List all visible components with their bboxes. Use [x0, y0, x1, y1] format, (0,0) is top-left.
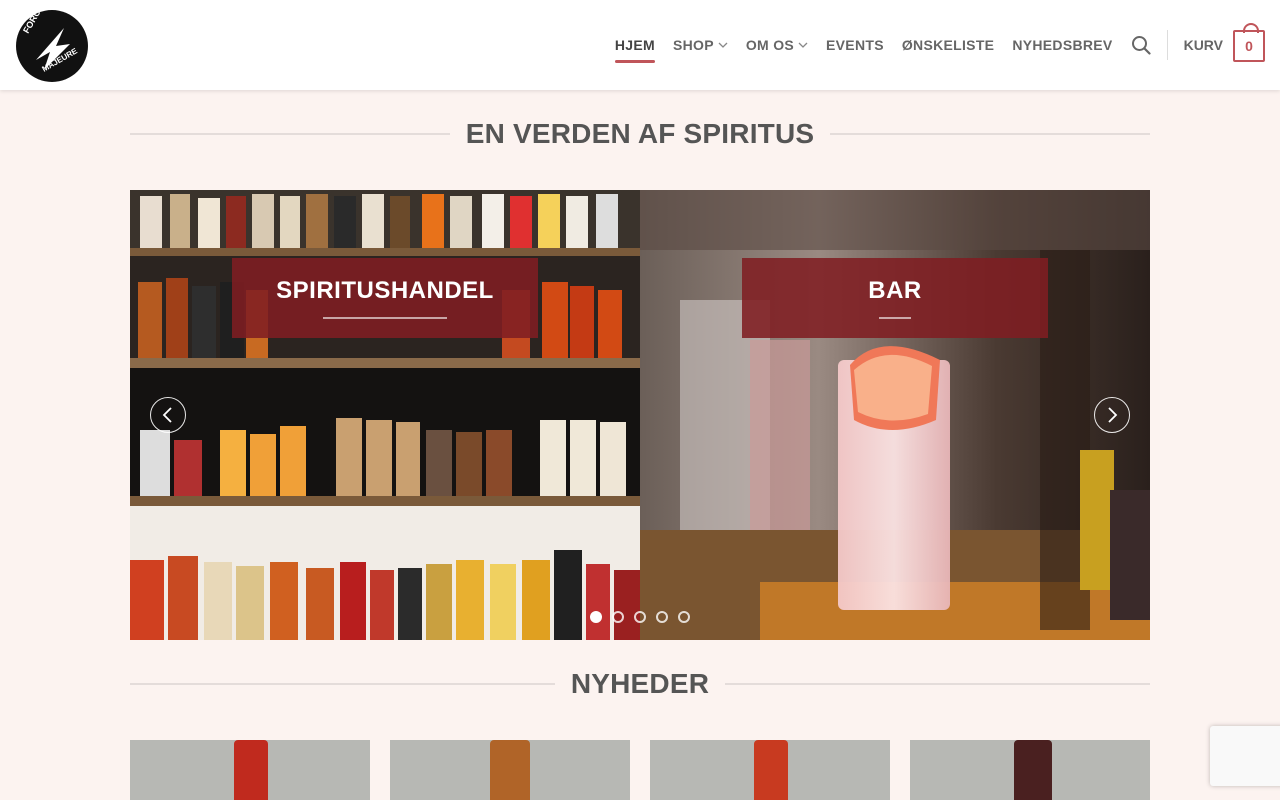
section-title: NYHEDER: [570, 668, 710, 699]
cart-link[interactable]: KURV: [1184, 37, 1223, 53]
nav-label: NYHEDSBREV: [1012, 37, 1113, 53]
slide-spiritushandel[interactable]: SPIRITUSHANDEL: [130, 190, 640, 640]
slider-dot[interactable]: [678, 611, 690, 623]
chevron-down-icon: [718, 42, 728, 48]
nav-item-shop[interactable]: SHOP: [673, 0, 728, 90]
slide-bar[interactable]: BAR: [640, 190, 1150, 640]
nav-label: HJEM: [614, 37, 655, 53]
force-majeure-logo[interactable]: FORCE MAJEURE: [14, 8, 90, 84]
slide-label-spiritushandel[interactable]: SPIRITUSHANDEL: [232, 258, 538, 338]
slide-title-underline: [323, 317, 447, 319]
cart-count: 0: [1245, 38, 1253, 54]
slider-next-button[interactable]: [1094, 397, 1130, 433]
slide-title-underline: [879, 317, 911, 319]
nav-label: ØNSKELISTE: [901, 37, 995, 53]
chevron-right-icon: [1108, 407, 1118, 423]
slider-dot[interactable]: [656, 611, 668, 623]
slider-prev-button[interactable]: [150, 397, 186, 433]
title-divider-left: [130, 133, 450, 135]
slide-label-bar[interactable]: BAR: [742, 258, 1048, 338]
page-title: EN VERDEN AF SPIRITUS: [465, 118, 815, 149]
search-icon[interactable]: [1131, 35, 1151, 55]
chevron-down-icon: [798, 42, 808, 48]
nav-divider: [1166, 30, 1168, 60]
nav-item-hjem[interactable]: HJEM: [614, 0, 656, 90]
site-header: FORCE MAJEURE HJEM SHOP OM OS EVENTS ØNS…: [0, 0, 1280, 90]
product-card[interactable]: [910, 740, 1150, 800]
product-card[interactable]: [130, 740, 370, 800]
nav-item-events[interactable]: EVENTS: [826, 0, 884, 90]
recaptcha-badge[interactable]: [1210, 726, 1280, 786]
main-navigation: HJEM SHOP OM OS EVENTS ØNSKELISTE NYHEDS…: [614, 0, 1280, 90]
news-section-title: NYHEDER: [130, 668, 1150, 700]
product-image: [754, 740, 788, 800]
nav-item-om-os[interactable]: OM OS: [746, 0, 808, 90]
cart-count-badge[interactable]: 0: [1233, 23, 1265, 62]
title-divider-left: [130, 683, 555, 685]
product-card[interactable]: [390, 740, 630, 800]
hero-section-title: EN VERDEN AF SPIRITUS: [130, 118, 1151, 150]
title-divider-right: [830, 133, 1151, 135]
nav-label: EVENTS: [826, 37, 884, 53]
product-image: [234, 740, 268, 800]
slider-dot[interactable]: [612, 611, 624, 623]
slider-dot[interactable]: [590, 611, 602, 623]
title-divider-right: [725, 683, 1150, 685]
nav-label: SHOP: [672, 37, 714, 53]
slide-title: BAR: [868, 277, 922, 304]
product-image: [490, 740, 530, 800]
slider-dot[interactable]: [634, 611, 646, 623]
product-image: [1014, 740, 1052, 800]
nav-item-onskeliste[interactable]: ØNSKELISTE: [902, 0, 994, 90]
nav-item-nyhedsbrev[interactable]: NYHEDSBREV: [1012, 0, 1112, 90]
product-card[interactable]: [650, 740, 890, 800]
slide-title: SPIRITUSHANDEL: [276, 277, 494, 304]
hero-slider: SPIRITUSHANDEL BAR: [130, 190, 1150, 640]
slider-pagination: [590, 611, 700, 623]
nav-label: OM OS: [745, 37, 795, 53]
chevron-left-icon: [162, 407, 172, 423]
